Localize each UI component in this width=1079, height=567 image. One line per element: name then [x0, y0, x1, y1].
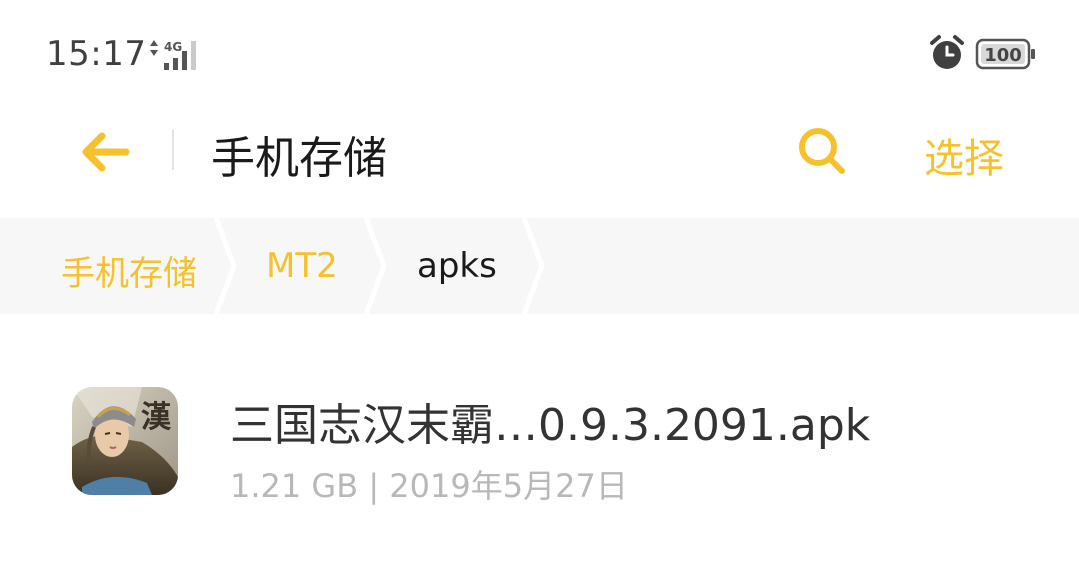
- breadcrumb-item-apks[interactable]: apks: [417, 246, 497, 286]
- battery-icon: 100: [975, 37, 1037, 71]
- breadcrumb-chevron-icon: [522, 218, 544, 314]
- search-button[interactable]: [795, 124, 849, 178]
- page-title: 手机存储: [211, 133, 387, 184]
- game-app-icon: 漢: [72, 387, 178, 495]
- alarm-icon: [930, 35, 964, 69]
- breadcrumb-chevron-icon: [364, 218, 386, 314]
- status-bar: 15:17 4G 100: [0, 0, 1079, 100]
- battery-level: 100: [984, 45, 1022, 66]
- breadcrumb-chevron-icon: [214, 218, 236, 314]
- file-manager-screen: 15:17 4G 100 手机存储 选择 手机存储 MT2 apks 漢 三国志…: [0, 0, 1079, 567]
- breadcrumb-item-mt2[interactable]: MT2: [266, 246, 338, 286]
- search-icon: [799, 128, 845, 174]
- app-header: 手机存储 选择: [0, 100, 1079, 218]
- file-list-item[interactable]: 漢 三国志汉末霸…0.9.3.2091.apk 1.21 GB | 2019年5…: [0, 365, 1079, 515]
- back-button[interactable]: [78, 128, 134, 176]
- back-arrow-icon: [82, 132, 130, 172]
- signal-4g-icon: 4G: [150, 40, 196, 70]
- header-divider: [172, 130, 174, 170]
- app-icon-glyph: 漢: [141, 400, 172, 435]
- breadcrumb: 手机存储 MT2 apks: [0, 218, 1079, 314]
- breadcrumb-item-phone-storage[interactable]: 手机存储: [61, 246, 197, 295]
- select-button[interactable]: 选择: [924, 126, 1004, 184]
- file-meta: 1.21 GB | 2019年5月27日: [230, 467, 628, 505]
- status-time: 15:17: [46, 34, 147, 74]
- file-name: 三国志汉末霸…0.9.3.2091.apk: [230, 400, 871, 451]
- network-type-label: 4G: [164, 40, 182, 54]
